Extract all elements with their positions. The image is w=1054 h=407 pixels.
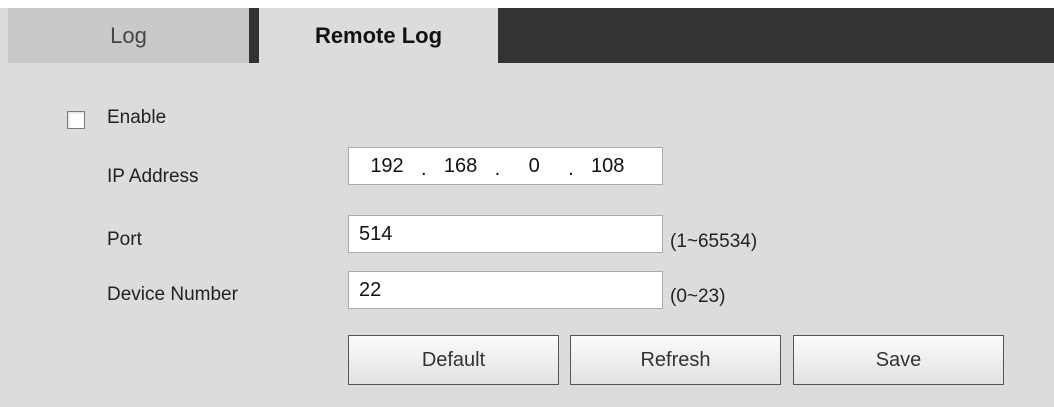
- default-button[interactable]: Default: [348, 335, 559, 385]
- refresh-button[interactable]: Refresh: [570, 335, 781, 385]
- tab-log[interactable]: Log: [8, 8, 249, 63]
- enable-checkbox[interactable]: [67, 111, 85, 129]
- ip-octet-1[interactable]: [353, 154, 421, 178]
- device-number-range-hint: (0~23): [670, 286, 726, 307]
- tab-remote-log[interactable]: Remote Log: [259, 8, 498, 63]
- enable-label: Enable: [107, 107, 167, 128]
- device-number-label: Device Number: [107, 284, 238, 305]
- port-label: Port: [107, 229, 142, 250]
- ip-octet-2[interactable]: [426, 154, 495, 178]
- ip-octet-4[interactable]: [573, 154, 642, 178]
- ip-address-field: . . .: [348, 147, 663, 185]
- ip-octet-3[interactable]: [500, 154, 569, 178]
- port-range-hint: (1~65534): [670, 231, 758, 252]
- tab-bar: Log Remote Log: [8, 8, 1054, 63]
- ip-address-label: IP Address: [107, 166, 199, 187]
- device-number-input[interactable]: [348, 271, 663, 309]
- save-button[interactable]: Save: [793, 335, 1004, 385]
- port-input[interactable]: [348, 215, 663, 253]
- tab-remote-log-label: Remote Log: [314, 22, 443, 48]
- tab-log-label: Log: [110, 22, 147, 48]
